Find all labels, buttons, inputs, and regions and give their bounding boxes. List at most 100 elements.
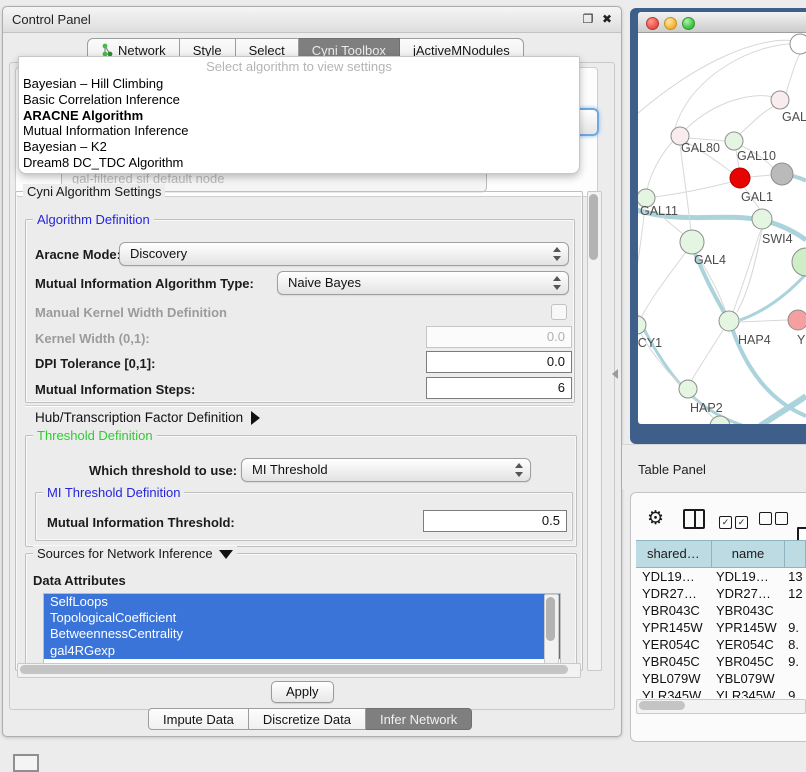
network-node-label: SWI4 <box>762 232 793 246</box>
table-cell <box>782 670 806 687</box>
network-edge[interactable] <box>647 140 674 190</box>
dpi-tolerance-field[interactable]: 0.0 <box>426 351 572 373</box>
minimize-traffic-light-icon[interactable] <box>664 17 677 30</box>
algorithm-option[interactable]: Basic Correlation Inference <box>21 92 577 108</box>
algorithm-option[interactable]: ARACNE Algorithm <box>21 108 577 124</box>
settings-horizontal-scrollbar[interactable] <box>17 663 581 678</box>
table-row[interactable]: YDL19…YDL19…13 <box>636 568 806 585</box>
close-traffic-light-icon[interactable] <box>646 17 659 30</box>
bottom-tab-infer-network[interactable]: Infer Network <box>366 708 472 730</box>
network-node[interactable] <box>771 91 789 109</box>
network-edge[interactable] <box>740 106 775 134</box>
node-table[interactable]: shared…nameYDL19…YDL19…13YDR27…YDR27…12Y… <box>636 540 806 698</box>
network-node[interactable] <box>792 248 806 276</box>
mi-threshold-label: Mutual Information Threshold: <box>47 515 235 530</box>
table-cell: YBL079W <box>636 670 710 687</box>
mi-steps-field[interactable]: 6 <box>426 377 572 399</box>
algorithm-option[interactable]: Bayesian – K2 <box>21 139 577 155</box>
network-node-label: GCY1 <box>638 336 662 350</box>
settings-vertical-scrollbar[interactable] <box>587 191 602 671</box>
close-window-icon[interactable]: ✖ <box>599 11 615 27</box>
table-row[interactable]: YBL079WYBL079W <box>636 670 806 687</box>
apply-button[interactable]: Apply <box>271 681 334 703</box>
network-edge[interactable] <box>737 229 762 312</box>
table-cell: YER054C <box>636 636 710 653</box>
table-cell: YDL19… <box>710 568 782 585</box>
deselect-all-checkboxes-icon[interactable] <box>759 512 788 530</box>
table-column-header[interactable]: name <box>712 541 786 567</box>
table-cell: YDR27… <box>710 585 782 602</box>
network-node[interactable] <box>771 163 793 185</box>
manual-kernel-checkbox[interactable] <box>551 304 567 320</box>
mi-threshold-field[interactable]: 0.5 <box>423 510 567 532</box>
table-column-header[interactable]: shared… <box>636 541 712 567</box>
status-bar-icon[interactable] <box>13 754 39 772</box>
network-edge[interactable] <box>641 252 686 318</box>
attribute-list-item[interactable]: BetweennessCentrality <box>44 626 560 642</box>
network-icon <box>101 43 114 57</box>
kernel-width-field[interactable]: 0.0 <box>426 326 572 348</box>
bottom-tab-discretize-data[interactable]: Discretize Data <box>249 708 366 730</box>
network-node[interactable] <box>730 168 750 188</box>
attribute-list-item[interactable]: TopologicalCoefficient <box>44 610 560 626</box>
network-node-label: GAL1 <box>741 190 773 204</box>
algorithm-option[interactable]: Mutual Information Inference <box>21 123 577 139</box>
splitter-collapse-icon[interactable] <box>612 369 618 379</box>
network-edge[interactable] <box>733 230 761 312</box>
network-edge[interactable] <box>692 246 806 416</box>
which-threshold-label: Which threshold to use: <box>89 463 237 478</box>
table-horizontal-scrollbar[interactable] <box>636 699 806 714</box>
attributes-list-scrollbar[interactable] <box>544 594 559 664</box>
network-canvas[interactable]: GALGAL80GAL10GAL1GAL11SWI4GAL4GCY1HAP4YH… <box>638 32 806 424</box>
algorithm-option[interactable]: Bayesian – Hill Climbing <box>21 76 577 92</box>
table-column-header[interactable] <box>785 541 806 567</box>
table-row[interactable]: YLR345WYLR345W9. <box>636 687 806 698</box>
algorithm-dropdown-popup: Select algorithm to view settings Bayesi… <box>18 56 580 174</box>
table-row[interactable]: YBR043CYBR043C <box>636 602 806 619</box>
algorithm-option[interactable]: Dream8 DC_TDC Algorithm <box>21 155 577 171</box>
network-node[interactable] <box>725 132 743 150</box>
aracne-mode-combobox[interactable]: Discovery <box>119 242 569 266</box>
network-edge[interactable] <box>685 96 772 130</box>
settings-gear-icon[interactable]: ⚙ <box>647 507 664 530</box>
table-row[interactable]: YER054CYER054C8. <box>636 636 806 653</box>
attribute-list-item[interactable]: gal4RGexp <box>44 643 560 659</box>
which-threshold-combobox[interactable]: MI Threshold <box>241 458 531 482</box>
network-node[interactable] <box>752 209 772 229</box>
hub-definition-toggle[interactable]: Hub/Transcription Factor Definition <box>35 410 260 425</box>
table-cell: YBR045C <box>636 653 710 670</box>
settings-vertical-scrollbar-thumb[interactable] <box>589 194 598 260</box>
table-cell: YBR043C <box>710 602 782 619</box>
network-edge[interactable] <box>760 396 806 424</box>
data-attributes-list[interactable]: SelfLoopsTopologicalCoefficientBetweenne… <box>43 593 561 665</box>
settings-horizontal-scrollbar-thumb[interactable] <box>20 665 568 674</box>
table-horizontal-scrollbar-thumb[interactable] <box>639 701 685 710</box>
network-node-label: HAP2 <box>690 401 723 415</box>
zoom-traffic-light-icon[interactable] <box>682 17 695 30</box>
network-node[interactable] <box>680 230 704 254</box>
network-edge[interactable] <box>675 44 797 128</box>
network-edge[interactable] <box>786 54 800 93</box>
collapse-arrow-icon <box>219 550 233 559</box>
sources-group-title[interactable]: Sources for Network Inference <box>33 546 237 561</box>
network-edge[interactable] <box>655 182 731 197</box>
network-edge[interactable] <box>739 320 788 322</box>
network-edge[interactable] <box>638 207 645 300</box>
select-all-checkboxes-icon[interactable]: ✓✓ <box>719 512 748 530</box>
table-row[interactable]: YPR145WYPR145W9. <box>636 619 806 636</box>
network-node[interactable] <box>790 34 806 54</box>
attribute-list-item[interactable]: SelfLoops <box>44 594 560 610</box>
network-edge[interactable] <box>750 175 771 177</box>
network-edge[interactable] <box>691 329 724 381</box>
network-node[interactable] <box>679 380 697 398</box>
attributes-scrollbar-thumb[interactable] <box>546 597 555 641</box>
bottom-tab-impute-data[interactable]: Impute Data <box>148 708 249 730</box>
network-node[interactable] <box>788 310 806 330</box>
network-edge[interactable] <box>793 176 806 181</box>
table-row[interactable]: YDR27…YDR27…12 <box>636 585 806 602</box>
float-window-icon[interactable]: ❐ <box>580 11 596 27</box>
network-node[interactable] <box>719 311 739 331</box>
mi-type-combobox[interactable]: Naive Bayes <box>277 271 569 295</box>
table-row[interactable]: YBR045CYBR045C9. <box>636 653 806 670</box>
columns-icon[interactable] <box>683 509 705 529</box>
